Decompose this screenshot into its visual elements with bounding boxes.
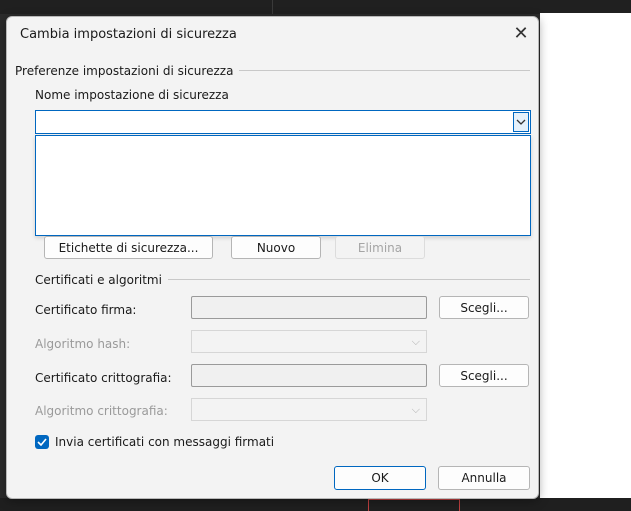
background-app-titlebar xyxy=(0,0,631,14)
ok-button[interactable]: OK xyxy=(334,466,426,490)
new-button[interactable]: Nuovo xyxy=(231,236,321,259)
security-labels-button[interactable]: Etichette di sicurezza... xyxy=(44,236,213,259)
encryption-cert-field[interactable] xyxy=(191,364,427,387)
security-prefs-group-title: Preferenze impostazioni di sicurezza xyxy=(15,64,240,78)
checkmark-icon xyxy=(37,438,47,446)
combobox-dropdown-button[interactable] xyxy=(513,112,529,132)
cancel-button[interactable]: Annulla xyxy=(438,466,530,490)
close-icon[interactable]: ✕ xyxy=(510,23,532,45)
certs-group-title: Certificati e algoritmi xyxy=(35,273,168,287)
background-divider xyxy=(272,0,273,14)
choose-encryption-cert-button[interactable]: Scegli... xyxy=(439,364,529,387)
delete-button[interactable]: Elimina xyxy=(335,236,425,259)
setting-name-label: Nome impostazione di sicurezza xyxy=(35,88,229,102)
hash-algorithm-select[interactable]: ⌵ xyxy=(191,330,427,353)
chevron-down-icon xyxy=(516,119,526,125)
encryption-algorithm-select[interactable]: ⌵ xyxy=(191,398,427,421)
setting-name-dropdown-list[interactable] xyxy=(35,135,531,236)
dialog-title: Cambia impostazioni di sicurezza xyxy=(20,27,237,42)
chevron-down-icon: ⌵ xyxy=(411,335,420,348)
chevron-down-icon: ⌵ xyxy=(411,403,420,416)
background-app-bottom xyxy=(0,498,631,511)
send-certs-checkbox[interactable] xyxy=(35,435,49,449)
signing-cert-label: Certificato firma: xyxy=(35,303,137,317)
encryption-cert-label: Certificato crittografia: xyxy=(35,371,172,385)
signing-cert-field[interactable] xyxy=(191,296,427,319)
setting-name-combobox[interactable] xyxy=(35,110,531,134)
background-highlight xyxy=(368,499,460,511)
encryption-algorithm-label: Algoritmo crittografia: xyxy=(35,404,168,418)
hash-algorithm-label: Algoritmo hash: xyxy=(35,337,131,351)
security-settings-dialog: Cambia impostazioni di sicurezza ✕ Prefe… xyxy=(6,16,539,499)
choose-signing-cert-button[interactable]: Scegli... xyxy=(439,296,529,319)
send-certs-label[interactable]: Invia certificati con messaggi firmati xyxy=(55,435,274,449)
background-app-pane xyxy=(540,13,631,500)
